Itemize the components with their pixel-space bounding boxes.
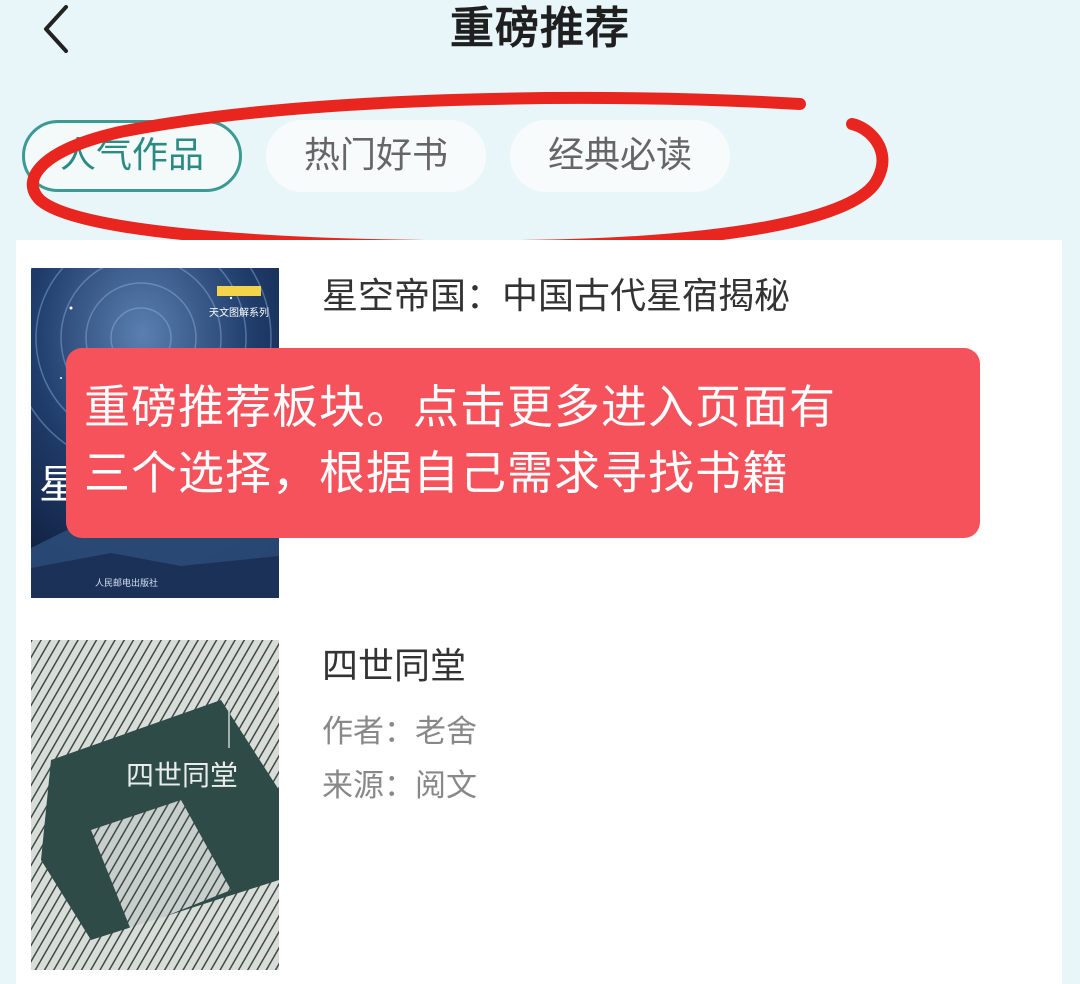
book-title: 星空帝国：中国古代星宿揭秘 (322, 276, 791, 317)
book-author: 作者：老舍 (322, 714, 477, 750)
tab-popular-works[interactable]: 人气作品 (22, 120, 242, 192)
book-title: 四世同堂 (322, 646, 467, 687)
book-cover: 四世同堂 (31, 640, 279, 970)
annotation-callout: 重磅推荐板块。点击更多进入页面有 三个选择，根据自己需求寻找书籍 (66, 348, 980, 538)
annotation-line-2: 三个选择，根据自己需求寻找书籍 (84, 446, 789, 500)
tab-hot-books[interactable]: 热门好书 (266, 120, 486, 192)
list-item[interactable]: 四世同堂 四世同堂 作者：老舍 来源：阅文 (16, 610, 1062, 984)
book-source: 来源：阅文 (322, 768, 477, 804)
cover-badge: 天文图解系列 (209, 306, 269, 319)
page-title: 重磅推荐 (450, 3, 630, 54)
annotation-line-1: 重磅推荐板块。点击更多进入页面有 (84, 380, 836, 434)
tab-classics[interactable]: 经典必读 (510, 120, 730, 192)
cover-publisher: 人民邮电出版社 (95, 577, 158, 589)
cover-title: 四世同堂 (126, 759, 238, 792)
top-bar: 重磅推荐 (0, 0, 1080, 70)
rooftop-cover-image: 四世同堂 (31, 640, 279, 970)
